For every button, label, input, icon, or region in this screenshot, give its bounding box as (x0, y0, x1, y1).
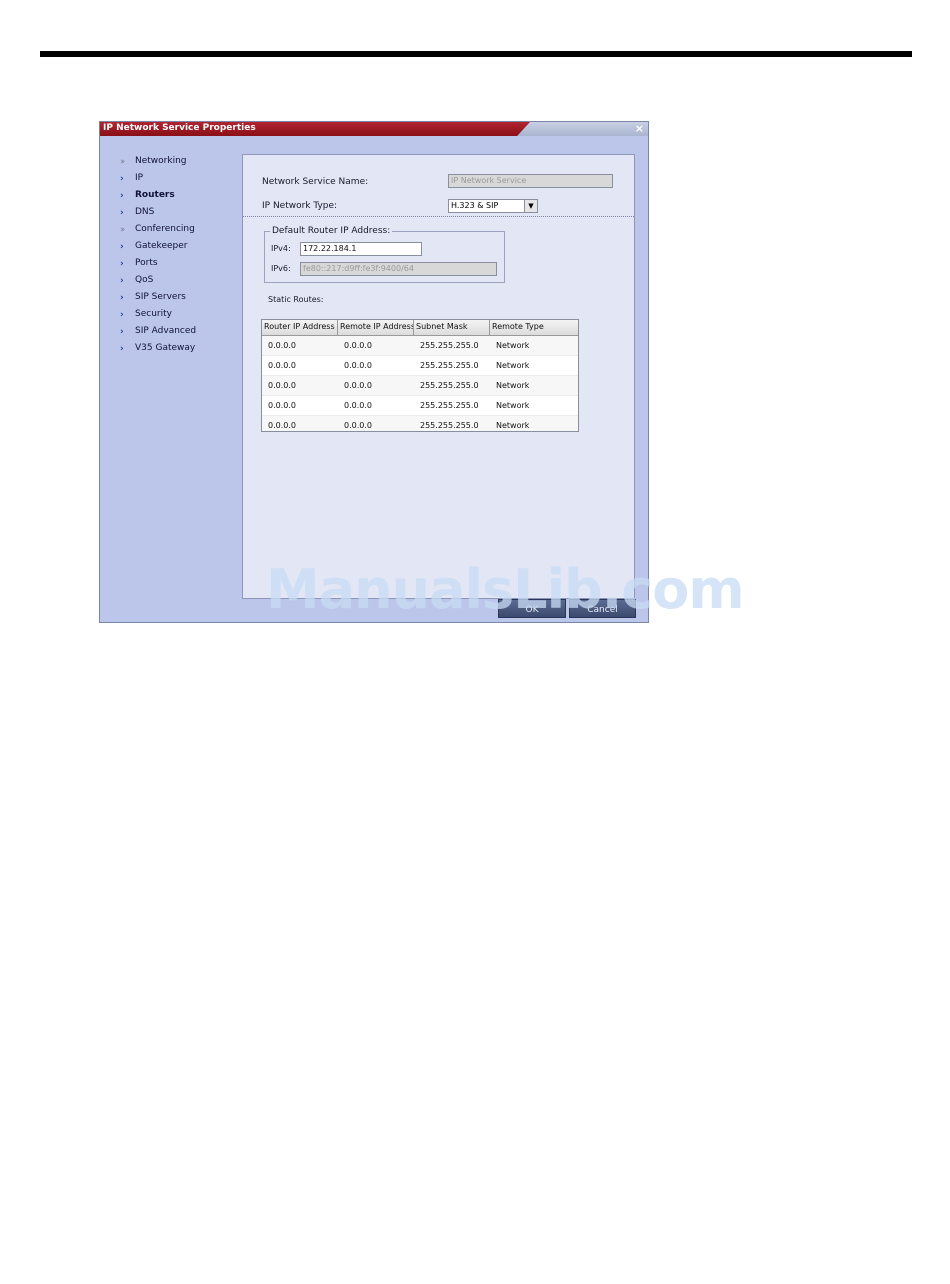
routers-panel: Network Service Name: IP Network Service… (242, 154, 635, 599)
default-router-label: Default Router IP Address: (270, 226, 393, 236)
network-type-select[interactable]: H.323 & SIP ▼ (448, 199, 538, 213)
ipv6-field[interactable]: fe80::217:d9ff:fe3f:9400/64 (300, 262, 497, 276)
router-ip-cell: 0.0.0.0 (268, 341, 296, 350)
sidebar-item-label: QoS (135, 275, 154, 285)
router-ip-cell: 0.0.0.0 (268, 401, 296, 410)
section-divider (243, 216, 634, 217)
sidebar-item-sip-advanced[interactable]: › SIP Advanced (118, 326, 238, 343)
table-row[interactable]: 0.0.0.0 0.0.0.0 255.255.255.0 Network (262, 376, 578, 396)
sidebar-item-security[interactable]: › Security (118, 309, 238, 326)
column-header-router-ip[interactable]: Router IP Address (262, 320, 338, 335)
sidebar-item-label: Conferencing (135, 224, 195, 234)
chevron-right-icon: › (120, 208, 124, 218)
sidebar-item-ip[interactable]: › IP (118, 173, 238, 190)
remote-type-cell: Network (496, 421, 530, 430)
dialog-title: IP Network Service Properties (103, 123, 256, 133)
table-row[interactable]: 0.0.0.0 0.0.0.0 255.255.255.0 Network (262, 416, 578, 431)
sidebar-item-conferencing[interactable]: ›› Conferencing (118, 224, 238, 241)
sidebar-item-label: SIP Advanced (135, 326, 197, 336)
chevron-right-icon: › (120, 327, 124, 337)
subnet-mask-cell: 255.255.255.0 (420, 381, 479, 390)
router-ip-cell: 0.0.0.0 (268, 381, 296, 390)
column-header-subnet-mask[interactable]: Subnet Mask (414, 320, 490, 335)
static-routes-table: Router IP Address Remote IP Address Subn… (261, 319, 579, 432)
chevron-right-icon: › (120, 174, 124, 184)
sidebar-item-dns[interactable]: › DNS (118, 207, 238, 224)
sidebar-nav: ›› Networking › IP › Routers › DNS ›› Co… (118, 156, 238, 360)
close-icon[interactable]: × (635, 122, 644, 135)
dialog-titlebar: IP Network Service Properties × (100, 122, 648, 136)
ipv4-label: IPv4: (271, 244, 291, 253)
table-body: 0.0.0.0 0.0.0.0 255.255.255.0 Network 0.… (262, 336, 578, 431)
subnet-mask-cell: 255.255.255.0 (420, 421, 479, 430)
remote-ip-cell: 0.0.0.0 (344, 341, 372, 350)
default-router-group: Default Router IP Address: IPv4: 172.22.… (264, 226, 505, 283)
remote-ip-cell: 0.0.0.0 (344, 381, 372, 390)
remote-type-cell: Network (496, 401, 530, 410)
table-row[interactable]: 0.0.0.0 0.0.0.0 255.255.255.0 Network (262, 336, 578, 356)
network-type-label: IP Network Type: (262, 201, 338, 211)
sidebar-item-label: SIP Servers (135, 292, 186, 302)
subnet-mask-cell: 255.255.255.0 (420, 361, 479, 370)
static-routes-label: Static Routes: (268, 295, 324, 304)
chevron-down-icon[interactable]: ▼ (524, 200, 537, 212)
remote-ip-cell: 0.0.0.0 (344, 361, 372, 370)
table-row[interactable]: 0.0.0.0 0.0.0.0 255.255.255.0 Network (262, 396, 578, 416)
table-header: Router IP Address Remote IP Address Subn… (262, 320, 578, 336)
column-header-remote-ip[interactable]: Remote IP Address (338, 320, 414, 335)
sidebar-item-gatekeeper[interactable]: › Gatekeeper (118, 241, 238, 258)
table-row[interactable]: 0.0.0.0 0.0.0.0 255.255.255.0 Network (262, 356, 578, 376)
router-ip-cell: 0.0.0.0 (268, 361, 296, 370)
sidebar-item-label: Ports (135, 258, 158, 268)
sidebar-item-qos[interactable]: › QoS (118, 275, 238, 292)
sidebar-item-label: Gatekeeper (135, 241, 188, 251)
chevron-right-icon: › (120, 276, 124, 286)
double-chevron-icon: ›› (120, 225, 125, 235)
chevron-right-icon: › (120, 310, 124, 320)
column-header-remote-type[interactable]: Remote Type (490, 320, 578, 335)
subnet-mask-cell: 255.255.255.0 (420, 341, 479, 350)
ipv6-label: IPv6: (271, 264, 291, 273)
watermark: ManualsLib.com (266, 558, 745, 621)
sidebar-item-label: IP (135, 173, 144, 183)
remote-ip-cell: 0.0.0.0 (344, 421, 372, 430)
router-ip-cell: 0.0.0.0 (268, 421, 296, 430)
network-type-value: H.323 & SIP (451, 201, 499, 210)
remote-type-cell: Network (496, 381, 530, 390)
sidebar-item-ports[interactable]: › Ports (118, 258, 238, 275)
sidebar-item-label: V35 Gateway (135, 343, 196, 353)
chevron-right-icon: › (120, 293, 124, 303)
page-header-rule (40, 51, 912, 57)
sidebar-item-label: DNS (135, 207, 155, 217)
sidebar-item-sip-servers[interactable]: › SIP Servers (118, 292, 238, 309)
remote-type-cell: Network (496, 361, 530, 370)
remote-type-cell: Network (496, 341, 530, 350)
chevron-right-icon: › (120, 191, 124, 201)
chevron-right-icon: › (120, 259, 124, 269)
sidebar-item-label: Routers (135, 190, 175, 200)
sidebar-item-networking[interactable]: ›› Networking (118, 156, 238, 173)
remote-ip-cell: 0.0.0.0 (344, 401, 372, 410)
service-name-field[interactable]: IP Network Service (448, 174, 613, 188)
chevron-right-icon: › (120, 344, 124, 354)
ipv4-field[interactable]: 172.22.184.1 (300, 242, 422, 256)
sidebar-item-routers[interactable]: › Routers (118, 190, 238, 207)
service-name-label: Network Service Name: (262, 177, 369, 187)
double-chevron-icon: ›› (120, 157, 125, 167)
subnet-mask-cell: 255.255.255.0 (420, 401, 479, 410)
sidebar-item-label: Security (135, 309, 172, 319)
chevron-right-icon: › (120, 242, 124, 252)
sidebar-item-label: Networking (135, 156, 187, 166)
sidebar-item-v35-gateway[interactable]: › V35 Gateway (118, 343, 238, 360)
ip-network-service-dialog: IP Network Service Properties × ›› Netwo… (99, 121, 649, 623)
